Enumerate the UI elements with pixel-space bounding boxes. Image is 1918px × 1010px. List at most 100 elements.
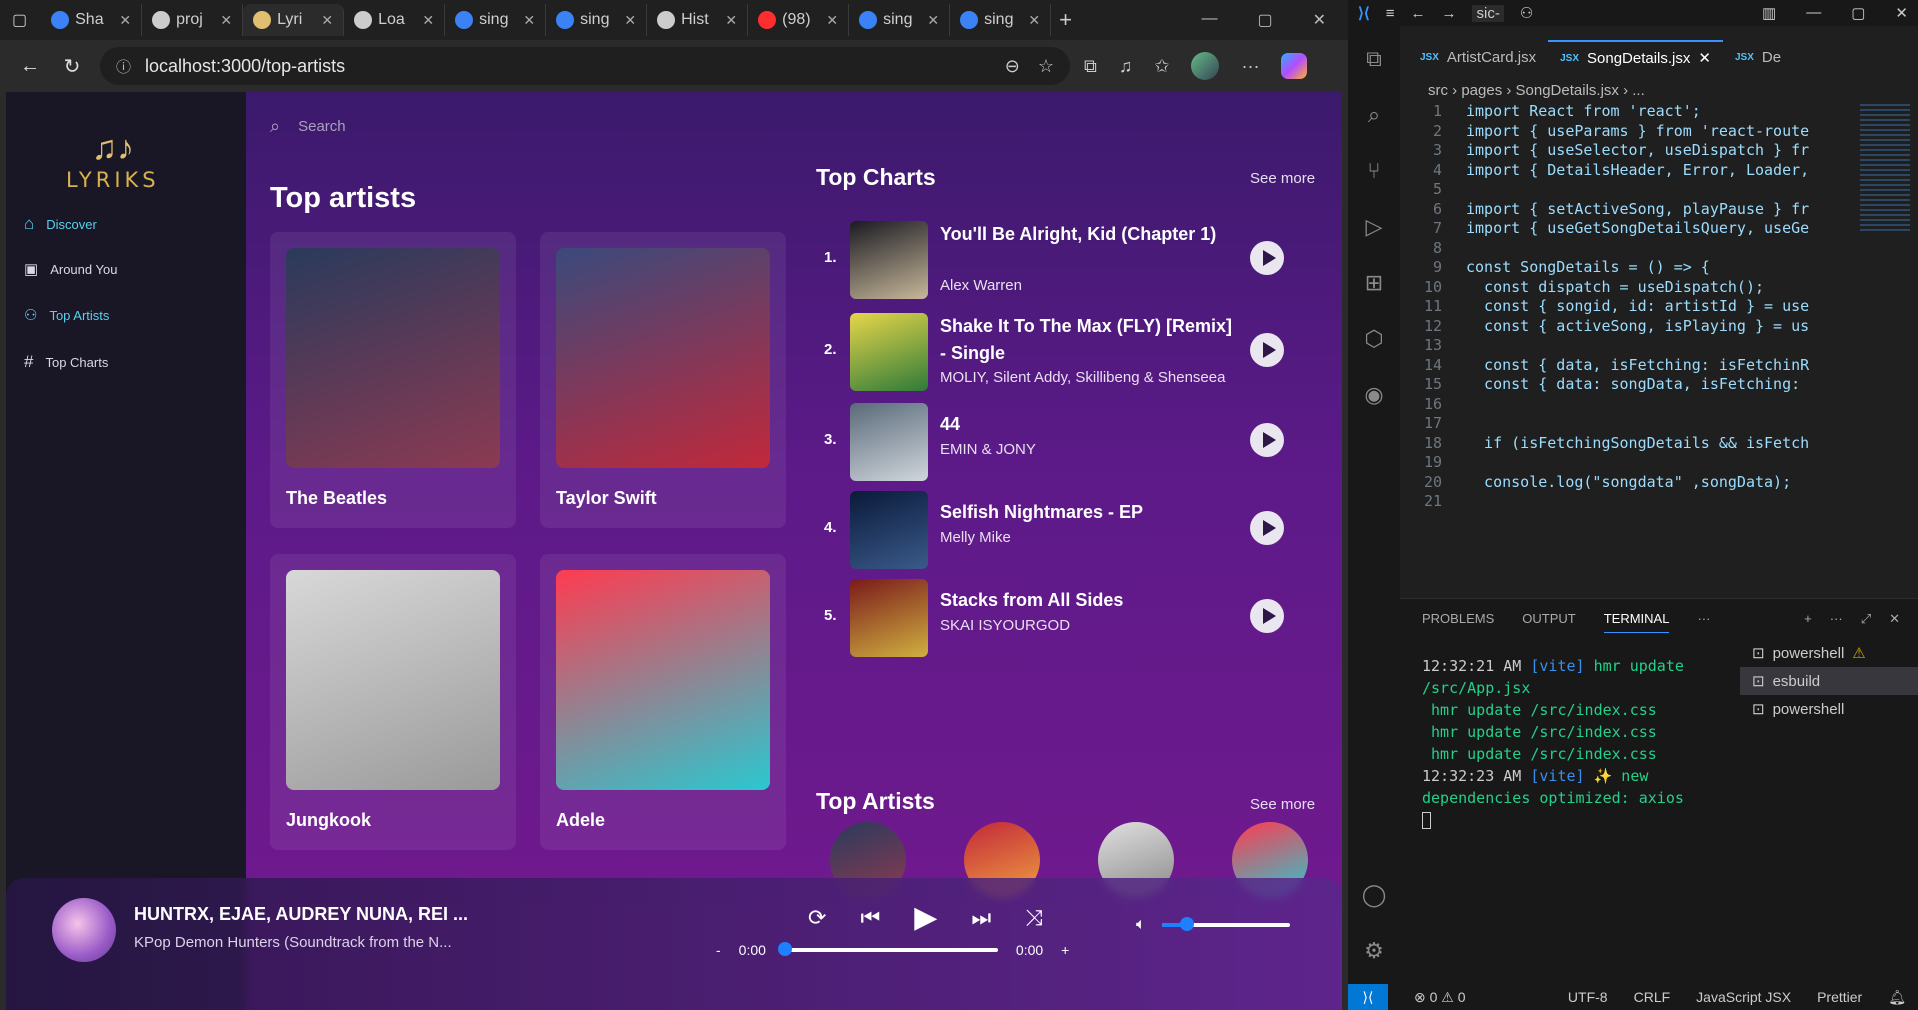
prettier-status[interactable]: Prettier	[1817, 989, 1862, 1005]
new-tab-button[interactable]: +	[1059, 7, 1072, 33]
song-artist[interactable]: MOLIY, Silent Addy, Skillibeng & Shensee…	[940, 369, 1225, 386]
code-line[interactable]: 19	[1408, 453, 1838, 473]
terminal-item[interactable]: ⊡ powershell	[1740, 695, 1918, 723]
close-window-icon[interactable]: ✕	[1313, 10, 1326, 30]
tab-terminal[interactable]: TERMINAL	[1603, 611, 1670, 633]
play-button[interactable]	[1250, 511, 1284, 545]
browser-tab[interactable]: sing ✕	[950, 4, 1052, 36]
close-tab-icon[interactable]: ✕	[119, 12, 131, 29]
code-line[interactable]: 12 const { activeSong, isPlaying } = us	[1408, 317, 1838, 337]
zoom-icon[interactable]: ⊖	[1005, 56, 1020, 77]
search-icon[interactable]: ⌕	[1368, 102, 1380, 128]
nav-forward-icon[interactable]: →	[1441, 5, 1456, 22]
code-line[interactable]: 10 const dispatch = useDispatch();	[1408, 278, 1838, 298]
account-icon[interactable]: ◯	[1362, 882, 1387, 908]
explorer-icon[interactable]: ⧉	[1366, 46, 1382, 72]
seek-forward-button[interactable]: +	[1061, 942, 1069, 958]
song-artist[interactable]: Melly Mike	[940, 529, 1011, 546]
code-line[interactable]: 20 console.log("songdata" ,songData);	[1408, 473, 1838, 493]
tab-output[interactable]: OUTPUT	[1522, 611, 1575, 633]
code-line[interactable]: 7 import { useGetSongDetailsQuery, useGe	[1408, 219, 1838, 239]
chart-row[interactable]: 5. Stacks from All Sides SKAI ISYOURGOD	[814, 579, 1294, 665]
code-line[interactable]: 6 import { setActiveSong, playPause } fr	[1408, 200, 1838, 220]
previous-icon[interactable]: ⏮	[860, 905, 880, 931]
layout-icon[interactable]: ▥	[1762, 4, 1776, 22]
volume-knob[interactable]	[1180, 917, 1195, 931]
play-button[interactable]	[1250, 599, 1284, 633]
search-input[interactable]: Search	[298, 118, 346, 135]
song-title[interactable]: Selfish Nightmares - EP	[940, 499, 1240, 526]
lyriks-logo[interactable]: ♫♪ LYRIKS	[66, 128, 160, 192]
chart-row[interactable]: 2. Shake It To The Max (FLY) [Remix] - S…	[814, 313, 1294, 399]
play-button[interactable]	[1250, 333, 1284, 367]
code-line[interactable]: 21	[1408, 492, 1838, 512]
browser-tab[interactable]: (98) ✕	[748, 4, 850, 36]
next-icon[interactable]: ⏭	[971, 905, 991, 931]
maximize-panel-icon[interactable]: ⤢	[1861, 611, 1871, 633]
play-icon[interactable]: ▶	[914, 900, 937, 935]
editor-tab-active[interactable]: JSX SongDetails.jsx ✕	[1548, 40, 1723, 74]
extensions-icon[interactable]: ⧉	[1084, 56, 1097, 77]
panel-more-icon[interactable]: ···	[1830, 611, 1843, 633]
remote-explorer-icon[interactable]: ⬡	[1364, 326, 1383, 352]
close-tab-icon[interactable]: ✕	[220, 12, 232, 29]
gitlens-icon[interactable]: ◉	[1364, 382, 1383, 408]
site-info-icon[interactable]: ⓘ	[116, 56, 131, 77]
browser-tab[interactable]: sing ✕	[445, 4, 547, 36]
close-tab-icon[interactable]: ✕	[422, 12, 434, 29]
close-tab-icon[interactable]: ✕	[523, 12, 535, 29]
volume-slider[interactable]	[1161, 917, 1290, 931]
code-line[interactable]: 9 const SongDetails = () => {	[1408, 258, 1838, 278]
maximize-icon[interactable]: ▢	[1257, 10, 1272, 30]
copilot-icon[interactable]	[1281, 53, 1308, 79]
minimize-icon[interactable]: —	[1201, 10, 1217, 30]
editor-tab[interactable]: JSX De	[1723, 40, 1793, 74]
editor-tab[interactable]: JSX ArtistCard.jsx	[1408, 40, 1548, 74]
code-line[interactable]: 5	[1408, 180, 1838, 200]
nav-top-artists[interactable]: ⚇ Top Artists	[24, 306, 109, 324]
repeat-icon[interactable]: ⟳	[808, 905, 826, 931]
code-line[interactable]: 11 const { songid, id: artistId } = use	[1408, 297, 1838, 317]
code-line[interactable]: 4 import { DetailsHeader, Error, Loader,	[1408, 161, 1838, 181]
code-line[interactable]: 18 if (isFetchingSongDetails && isFetch	[1408, 434, 1838, 454]
chart-row[interactable]: 3. 44 EMIN & JONY	[814, 403, 1294, 489]
artist-card[interactable]: Jungkook	[270, 554, 516, 850]
code-line[interactable]: 2 import { useParams } from 'react-route	[1408, 122, 1838, 142]
song-artist[interactable]: EMIN & JONY	[940, 441, 1036, 458]
seek-back-button[interactable]: -	[716, 942, 721, 958]
code-editor[interactable]: 1 import React from 'react'; 2 import { use…	[1408, 102, 1838, 512]
minimize-icon[interactable]: —	[1806, 4, 1821, 22]
reload-icon[interactable]: ↻	[58, 54, 86, 79]
eol-status[interactable]: CRLF	[1634, 989, 1671, 1005]
chart-row[interactable]: 4. Selfish Nightmares - EP Melly Mike	[814, 491, 1294, 577]
extensions-icon[interactable]: ⊞	[1365, 270, 1383, 296]
code-line[interactable]: 1 import React from 'react';	[1408, 102, 1838, 122]
close-tab-icon[interactable]: ✕	[321, 12, 333, 29]
search-bar[interactable]: ⌕ Search	[270, 116, 346, 137]
settings-gear-icon[interactable]: ⚙	[1364, 938, 1384, 964]
favorite-star-icon[interactable]: ☆	[1038, 56, 1054, 77]
close-tab-icon[interactable]: ✕	[1698, 49, 1711, 67]
nav-back-icon[interactable]: ←	[1410, 5, 1425, 22]
seek-knob[interactable]	[777, 942, 792, 956]
song-title[interactable]: Stacks from All Sides	[940, 587, 1240, 614]
new-terminal-icon[interactable]: +	[1804, 611, 1812, 633]
code-line[interactable]: 15 const { data: songData, isFetching:	[1408, 375, 1838, 395]
code-line[interactable]: 16	[1408, 395, 1838, 415]
language-status[interactable]: JavaScript JSX	[1696, 989, 1791, 1005]
close-window-icon[interactable]: ✕	[1895, 4, 1908, 22]
browser-tab[interactable]: Sha ✕	[41, 4, 143, 36]
terminal-item[interactable]: ⊡ esbuild	[1740, 667, 1918, 695]
song-title[interactable]: 44	[940, 411, 1240, 438]
maximize-icon[interactable]: ▢	[1851, 4, 1865, 22]
favorites-icon[interactable]: ✩	[1154, 56, 1169, 77]
close-panel-icon[interactable]: ✕	[1889, 611, 1900, 633]
browser-tab[interactable]: proj ✕	[142, 4, 244, 36]
shuffle-icon[interactable]: ⤨	[1025, 905, 1043, 931]
profile-avatar[interactable]	[1191, 52, 1220, 80]
browser-tab[interactable]: sing ✕	[546, 4, 648, 36]
remote-icon[interactable]: ⟩⟨	[1348, 984, 1388, 1010]
song-title[interactable]: Shake It To The Max (FLY) [Remix] - Sing…	[940, 313, 1240, 367]
tab-more[interactable]: ···	[1697, 611, 1710, 633]
problems-status[interactable]: ⊗ 0 ⚠ 0	[1414, 989, 1466, 1006]
